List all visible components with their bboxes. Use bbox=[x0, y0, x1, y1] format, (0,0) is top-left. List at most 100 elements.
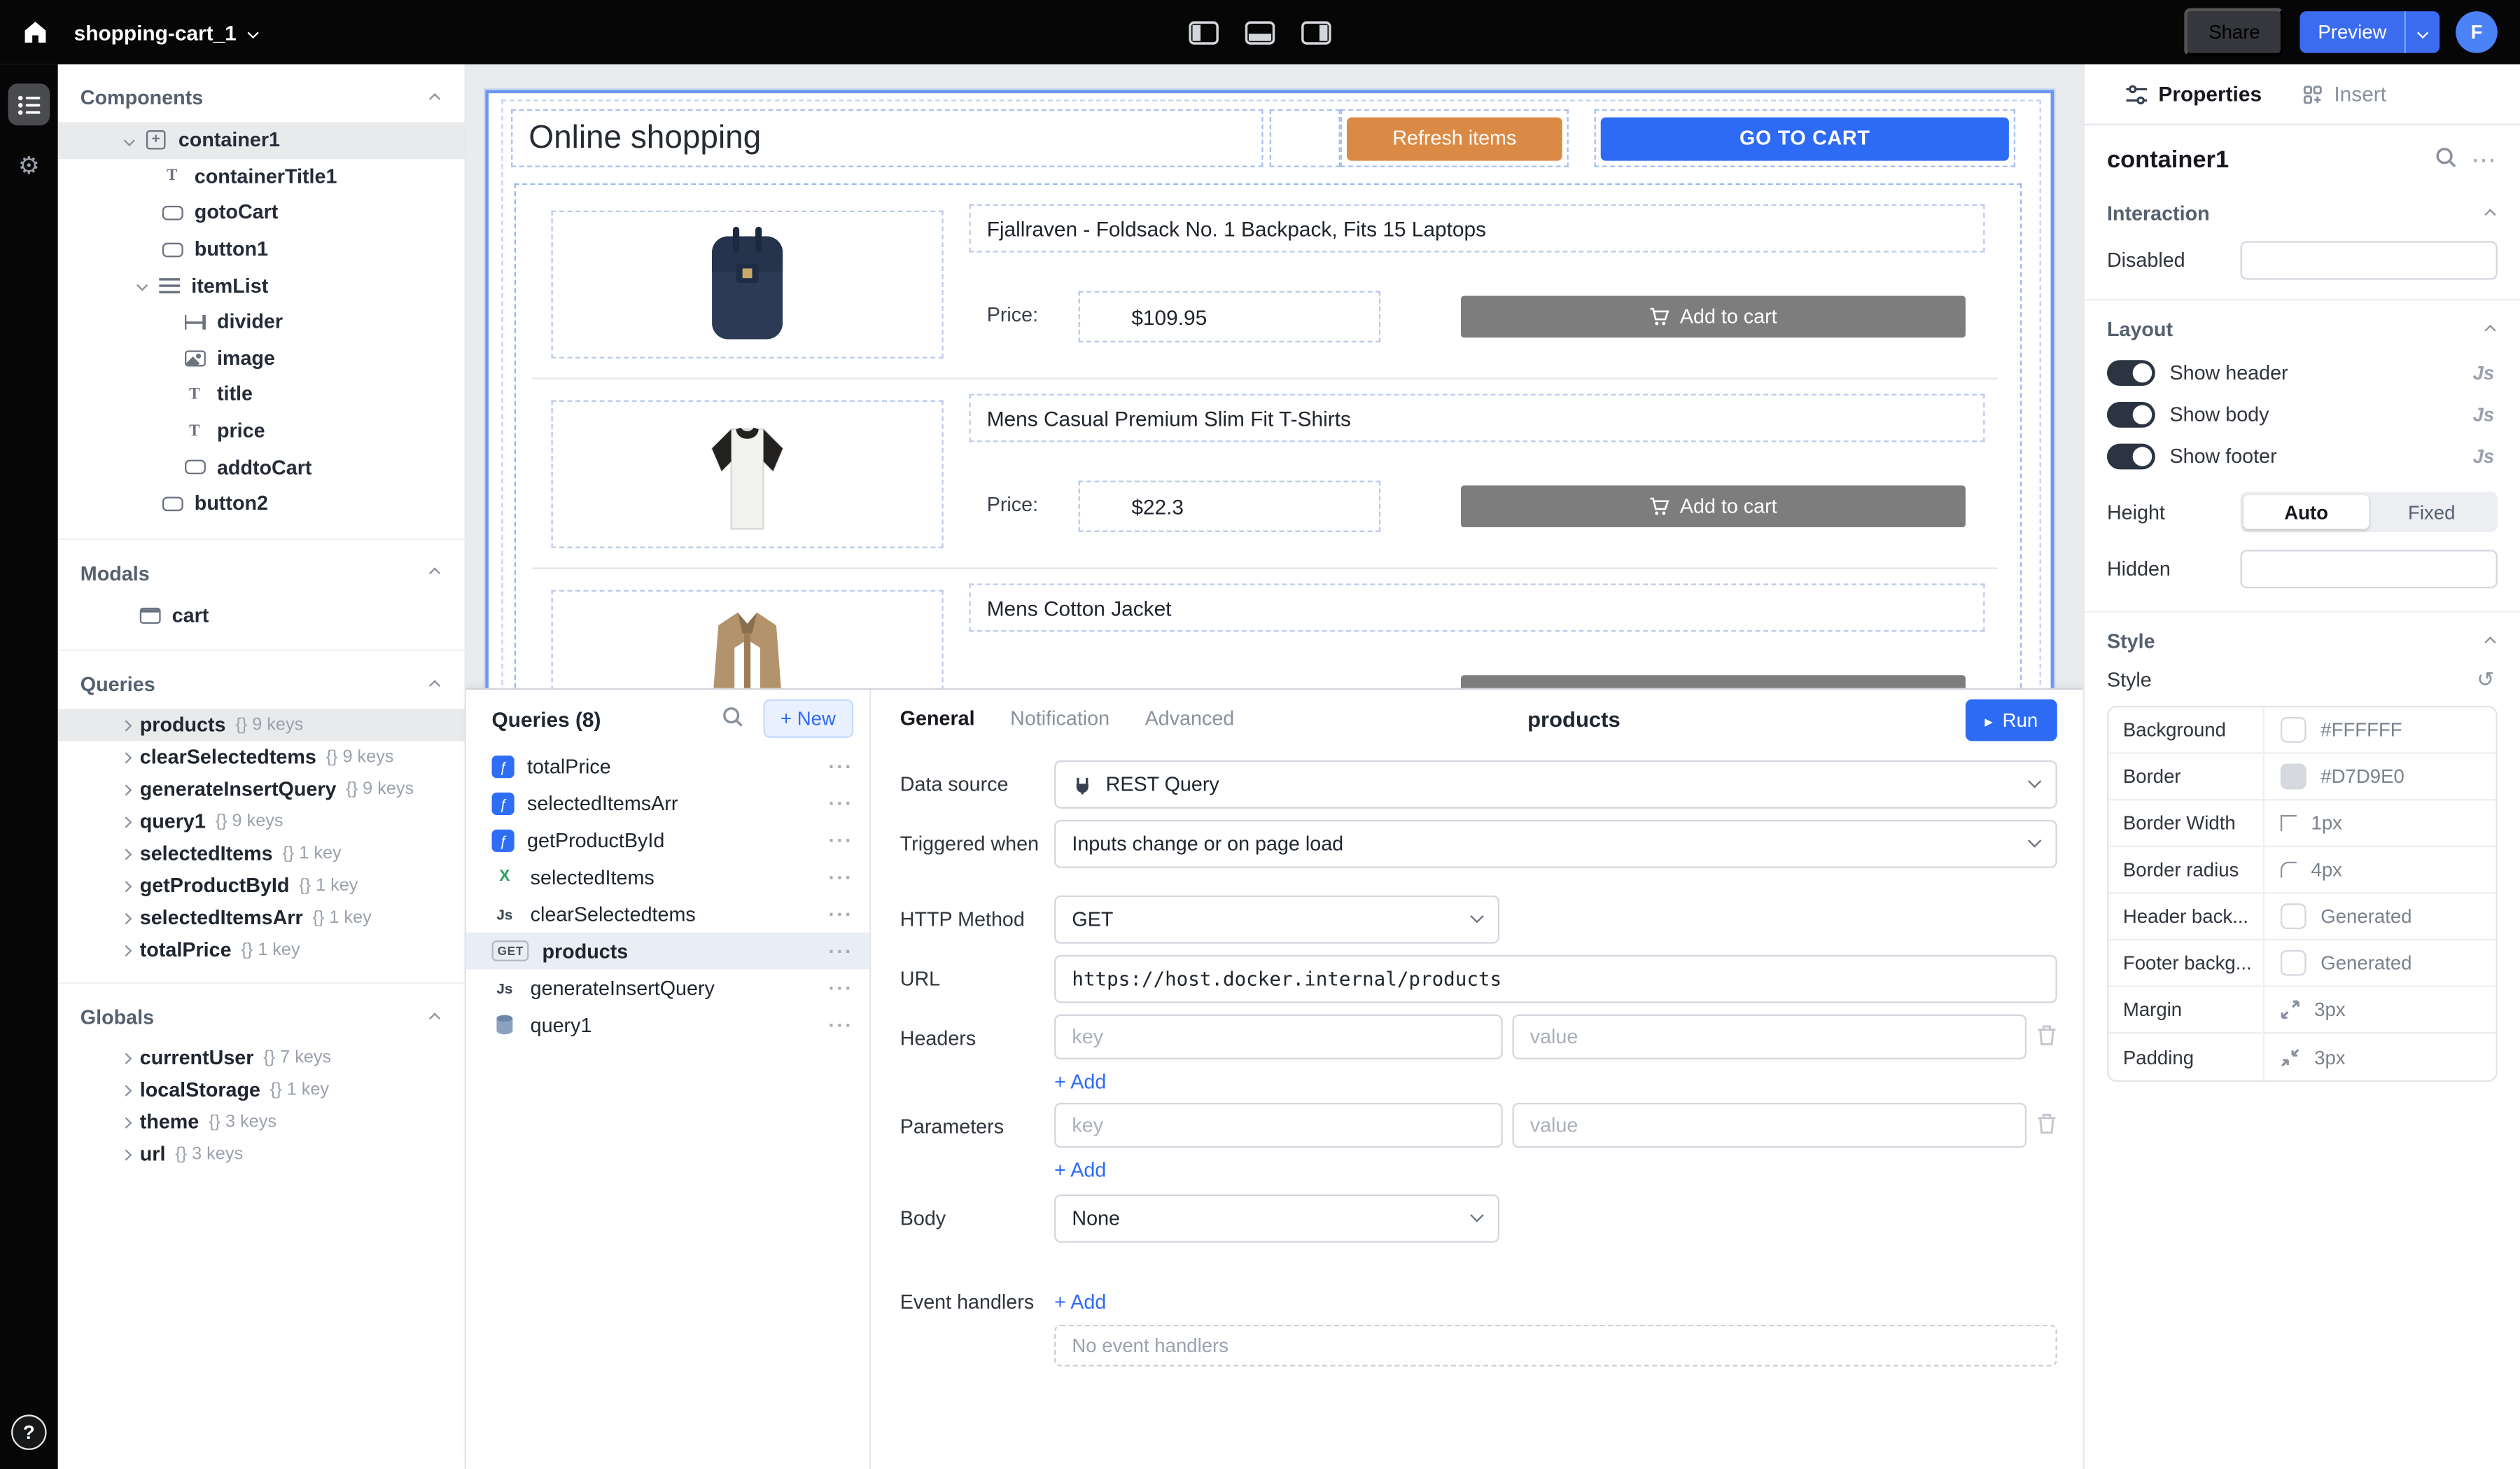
query-row-clearSelectedtems[interactable]: clearSelectedtems bbox=[466, 896, 869, 933]
tree-item-containerTitle1[interactable]: containerTitle1 bbox=[58, 158, 465, 195]
hidden-input[interactable] bbox=[2241, 550, 2498, 588]
widget-button1[interactable]: Refresh items bbox=[1340, 109, 1569, 167]
global-node-url[interactable]: url {} 3 keys bbox=[58, 1139, 465, 1171]
query-row-generateInsertQuery[interactable]: generateInsertQuery bbox=[466, 969, 869, 1006]
settings-rail-icon[interactable] bbox=[8, 145, 50, 187]
tab-insert[interactable]: Insert bbox=[2304, 82, 2386, 106]
tree-item-price[interactable]: price bbox=[58, 412, 465, 449]
query-row-selectedItems[interactable]: selectedItems bbox=[466, 858, 869, 896]
more-menu-icon[interactable] bbox=[829, 977, 854, 999]
tree-item-button2[interactable]: button2 bbox=[58, 485, 465, 522]
tab-general[interactable]: General bbox=[900, 707, 975, 730]
help-button[interactable] bbox=[11, 1414, 47, 1450]
query-row-products[interactable]: GET products bbox=[466, 933, 869, 970]
query-node-selectedItemsArr[interactable]: selectedItemsArr {} 1 key bbox=[58, 902, 465, 934]
query-row-selectedItemsArr[interactable]: selectedItemsArr bbox=[466, 784, 869, 821]
show-body-toggle[interactable] bbox=[2107, 402, 2155, 428]
js-binding-toggle[interactable]: Js bbox=[2473, 403, 2495, 426]
query-node-generateInsertQuery[interactable]: generateInsertQuery {} 9 keys bbox=[58, 774, 465, 806]
more-menu-icon[interactable] bbox=[829, 829, 854, 851]
modal-item-cart[interactable]: cart bbox=[58, 597, 465, 634]
share-button[interactable]: Share bbox=[2185, 8, 2284, 56]
add-to-cart-button[interactable]: Add to cart bbox=[1461, 485, 1966, 527]
style-row-border-width[interactable]: Border Width 1px bbox=[2108, 800, 2496, 847]
tree-item-itemList[interactable]: itemList bbox=[58, 267, 465, 304]
list-item[interactable]: Mens Cotton Jacket Add to cart bbox=[516, 583, 2020, 688]
toggle-right-panel-icon[interactable] bbox=[1301, 20, 1332, 44]
height-fixed-option[interactable]: Fixed bbox=[2369, 495, 2494, 529]
url-input[interactable] bbox=[1054, 955, 2057, 1003]
style-row-border[interactable]: Border #D7D9E0 bbox=[2108, 754, 2496, 801]
list-item[interactable]: Mens Casual Premium Slim Fit T-Shirts Pr… bbox=[516, 394, 2020, 583]
modals-section-header[interactable]: Modals bbox=[58, 538, 465, 597]
more-menu-icon[interactable] bbox=[829, 792, 854, 814]
widget-itemList[interactable]: Fjallraven - Foldsack No. 1 Backpack, Fi… bbox=[514, 183, 2022, 688]
style-row-border-radius[interactable]: Border radius 4px bbox=[2108, 847, 2496, 894]
toggle-bottom-panel-icon[interactable] bbox=[1245, 20, 1275, 44]
more-menu-icon[interactable] bbox=[2472, 148, 2498, 171]
run-query-button[interactable]: Run bbox=[1966, 699, 2057, 742]
tree-item-container1[interactable]: container1 bbox=[58, 122, 465, 158]
delete-row-icon[interactable] bbox=[2036, 1023, 2057, 1050]
global-node-localStorage[interactable]: localStorage {} 1 key bbox=[58, 1074, 465, 1106]
tree-item-button1[interactable]: button1 bbox=[58, 231, 465, 267]
disabled-input[interactable] bbox=[2241, 241, 2498, 279]
refresh-items-button[interactable]: Refresh items bbox=[1347, 116, 1562, 160]
query-node-getProductById[interactable]: getProductById {} 1 key bbox=[58, 870, 465, 902]
queries-section-header[interactable]: Queries bbox=[58, 650, 465, 709]
style-row-header-background[interactable]: Header back... Generated bbox=[2108, 894, 2496, 941]
height-auto-option[interactable]: Auto bbox=[2244, 495, 2369, 529]
color-swatch[interactable] bbox=[2281, 950, 2306, 976]
widget-title[interactable]: Mens Casual Premium Slim Fit T-Shirts bbox=[969, 394, 1984, 442]
query-node-products[interactable]: products {} 9 keys bbox=[58, 709, 465, 742]
data-source-select[interactable]: REST Query bbox=[1054, 760, 2057, 809]
widget-price[interactable]: $109.95 bbox=[1079, 291, 1381, 342]
color-swatch[interactable] bbox=[2281, 717, 2306, 743]
widget-gotoCart[interactable]: GO TO CART bbox=[1595, 109, 2016, 167]
style-section-header[interactable]: Style bbox=[2085, 615, 2520, 664]
toggle-left-panel-icon[interactable] bbox=[1189, 20, 1219, 44]
user-avatar[interactable]: F bbox=[2456, 11, 2498, 53]
query-node-totalPrice[interactable]: totalPrice {} 1 key bbox=[58, 934, 465, 966]
tree-item-addtoCart[interactable]: addtoCart bbox=[58, 449, 465, 485]
preview-button[interactable]: Preview bbox=[2300, 11, 2404, 53]
tree-item-divider[interactable]: divider bbox=[58, 304, 465, 340]
tab-advanced[interactable]: Advanced bbox=[1145, 707, 1235, 730]
js-binding-toggle[interactable]: Js bbox=[2473, 362, 2495, 384]
query-node-selectedItems[interactable]: selectedItems {} 1 key bbox=[58, 837, 465, 870]
header-value-input[interactable] bbox=[1512, 1015, 2026, 1059]
widget-image[interactable] bbox=[551, 590, 943, 688]
show-footer-toggle[interactable] bbox=[2107, 444, 2155, 470]
parameter-value-input[interactable] bbox=[1512, 1103, 2026, 1148]
global-node-currentUser[interactable]: currentUser {} 7 keys bbox=[58, 1042, 465, 1074]
add-to-cart-button[interactable]: Add to cart bbox=[1461, 675, 1966, 688]
widget-containerTitle1[interactable]: Online shopping bbox=[511, 109, 1263, 167]
add-parameter-link[interactable]: + Add bbox=[1054, 1159, 1106, 1181]
app-name-menu[interactable]: shopping-cart_1 bbox=[74, 20, 258, 44]
tab-properties[interactable]: Properties bbox=[2126, 82, 2262, 106]
global-node-theme[interactable]: theme {} 3 keys bbox=[58, 1106, 465, 1139]
search-icon[interactable] bbox=[2434, 146, 2456, 174]
home-icon[interactable] bbox=[16, 13, 55, 51]
more-menu-icon[interactable] bbox=[829, 865, 854, 888]
widget-title[interactable]: Fjallraven - Foldsack No. 1 Backpack, Fi… bbox=[969, 204, 1984, 253]
list-item[interactable]: Fjallraven - Foldsack No. 1 Backpack, Fi… bbox=[516, 204, 2020, 394]
query-node-query1[interactable]: query1 {} 9 keys bbox=[58, 806, 465, 838]
globals-section-header[interactable]: Globals bbox=[58, 982, 465, 1042]
tree-item-gotoCart[interactable]: gotoCart bbox=[58, 195, 465, 231]
more-menu-icon[interactable] bbox=[829, 940, 854, 962]
more-menu-icon[interactable] bbox=[829, 1014, 854, 1036]
more-menu-icon[interactable] bbox=[829, 755, 854, 777]
explorer-rail-icon[interactable] bbox=[8, 83, 50, 125]
query-node-clearSelectedtems[interactable]: clearSelectedtems {} 9 keys bbox=[58, 742, 465, 774]
add-header-link[interactable]: + Add bbox=[1054, 1071, 1106, 1093]
widget-price[interactable]: $22.3 bbox=[1079, 480, 1381, 531]
header-key-input[interactable] bbox=[1054, 1015, 1503, 1059]
reset-style-icon[interactable] bbox=[2477, 667, 2494, 693]
search-icon[interactable] bbox=[721, 705, 743, 732]
http-method-select[interactable]: GET bbox=[1054, 896, 1499, 944]
style-row-padding[interactable]: Padding 3px bbox=[2108, 1033, 2496, 1080]
color-swatch[interactable] bbox=[2281, 764, 2306, 790]
parameter-key-input[interactable] bbox=[1054, 1103, 1503, 1148]
widget-title[interactable]: Mens Cotton Jacket bbox=[969, 583, 1984, 632]
